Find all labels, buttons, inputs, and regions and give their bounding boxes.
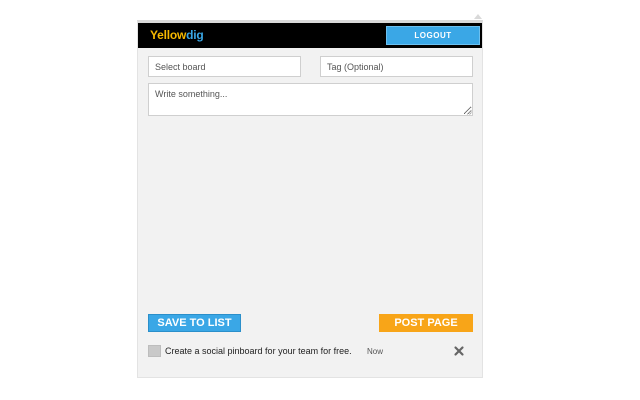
logo-text-yellow: Yellow [150,28,187,42]
yellowdig-logo: Yellowdig [150,28,204,42]
notification-row: Create a social pinboard for your team f… [148,344,473,358]
extension-popup: Yellowdig LOGOUT SAVE TO LIST POST PAGE … [137,20,483,378]
notification-thumbnail [148,345,161,357]
close-icon[interactable] [453,345,465,357]
select-board-input[interactable] [148,56,301,77]
notification-text[interactable]: Create a social pinboard for your team f… [165,345,352,357]
logout-button[interactable]: LOGOUT [386,26,480,45]
logo-text-dig: dig [186,28,204,42]
tag-input[interactable] [320,56,473,77]
write-something-textarea[interactable] [148,83,473,116]
post-page-button[interactable]: POST PAGE [379,314,473,332]
popup-arrow [474,14,482,19]
notification-time: Now [367,347,384,356]
save-to-list-button[interactable]: SAVE TO LIST [148,314,241,332]
header-bar: Yellowdig LOGOUT [138,23,482,48]
